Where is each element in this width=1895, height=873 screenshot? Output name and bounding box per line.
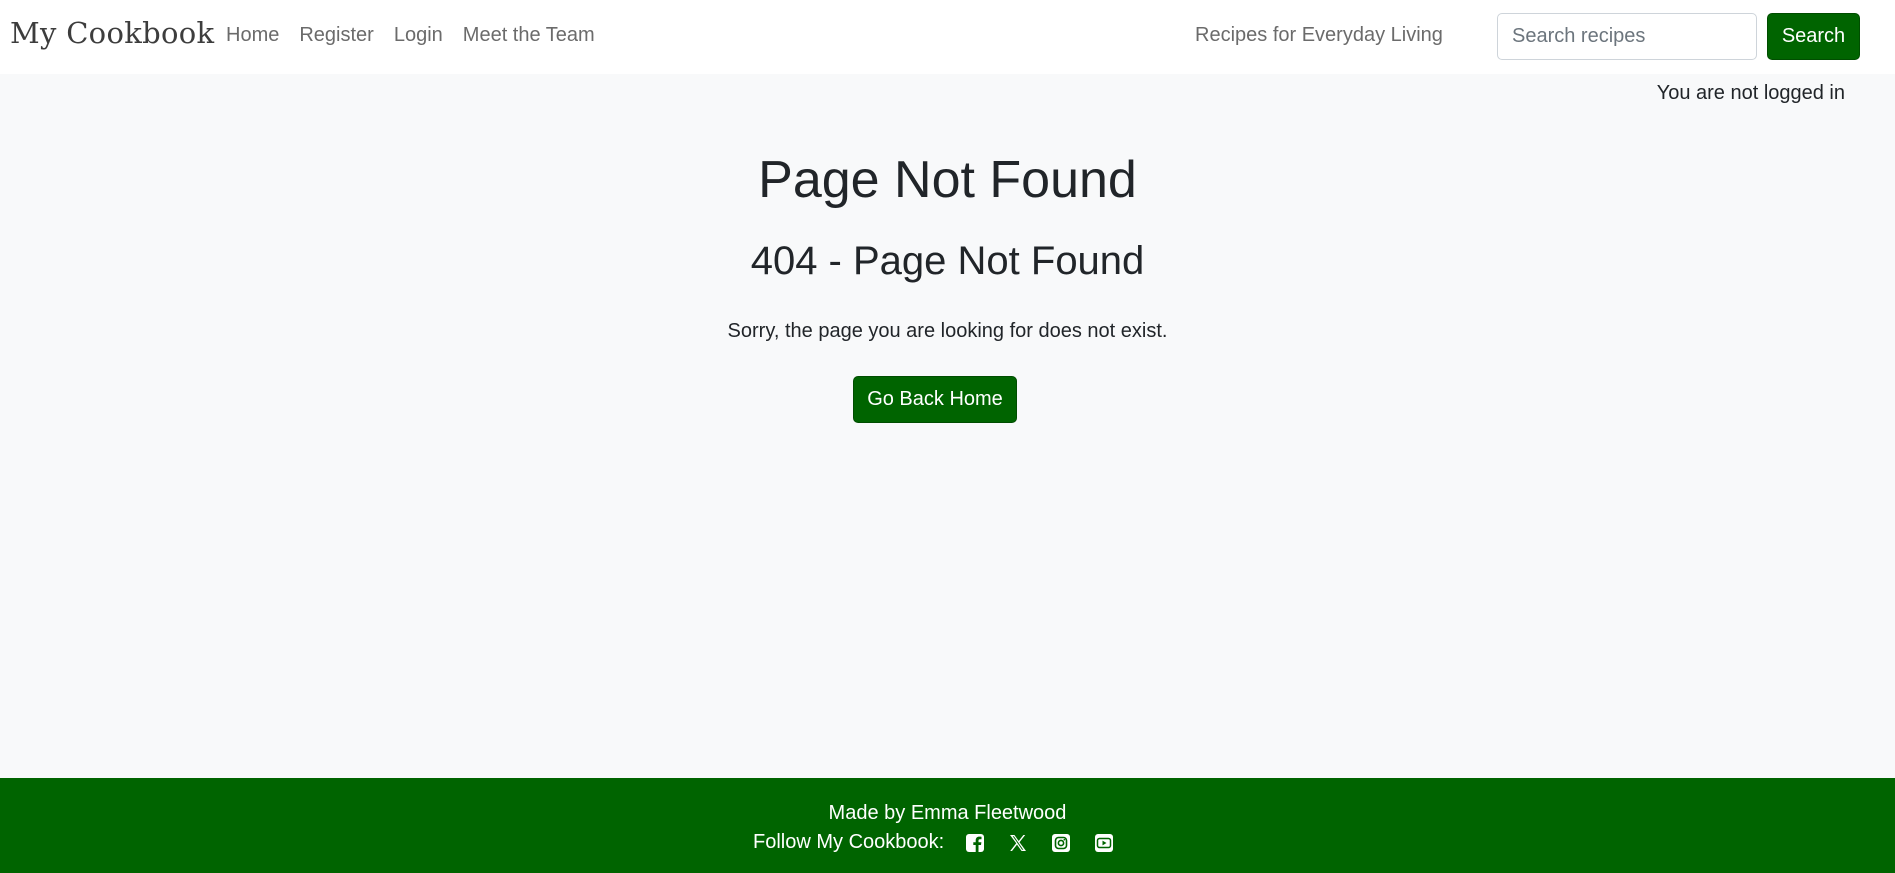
go-back-home-button[interactable]: Go Back Home	[853, 376, 1017, 423]
error-message: Sorry, the page you are looking for does…	[727, 320, 1168, 342]
error-heading: 404 - Page Not Found	[750, 239, 1145, 283]
nav-link-meet-the-team[interactable]: Meet the Team	[463, 24, 595, 47]
follow-label: Follow My Cookbook:	[753, 831, 945, 853]
youtube-icon[interactable]	[1093, 832, 1115, 854]
nav-link-register[interactable]: Register	[299, 24, 373, 47]
footer-credit: Made by Emma Fleetwood	[828, 802, 1067, 824]
brand-logo-link[interactable]: My Cookbook	[10, 16, 214, 50]
instagram-icon[interactable]	[1050, 832, 1072, 854]
nav-link-home[interactable]: Home	[226, 24, 279, 47]
facebook-icon[interactable]	[964, 832, 986, 854]
search-input[interactable]	[1497, 13, 1757, 60]
page-title: Page Not Found	[758, 151, 1137, 209]
nav-links: Home Register Login Meet the Team	[226, 24, 595, 47]
navbar: My Cookbook Home Register Login Meet the…	[0, 0, 1895, 74]
nav-link-login[interactable]: Login	[394, 24, 443, 47]
footer-social: Follow My Cookbook:	[753, 831, 1136, 854]
site-tagline: Recipes for Everyday Living	[1195, 24, 1443, 46]
search-button[interactable]: Search	[1767, 13, 1860, 60]
x-twitter-icon[interactable]	[1007, 832, 1029, 854]
footer: Made by Emma Fleetwood Follow My Cookboo…	[0, 778, 1895, 873]
login-status: You are not logged in	[1656, 82, 1845, 104]
